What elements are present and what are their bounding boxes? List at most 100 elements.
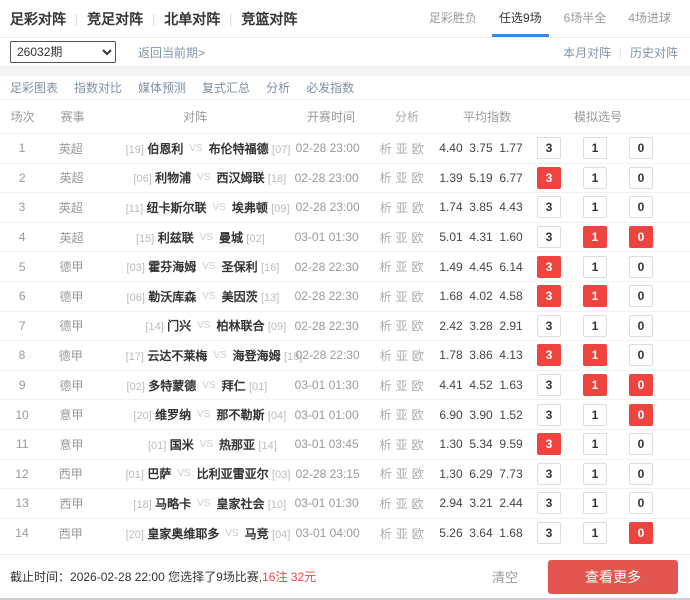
pick-button-3[interactable]: 3 (537, 285, 561, 307)
analysis-link[interactable]: 亚 (396, 201, 408, 215)
home-team[interactable]: 巴萨 (147, 467, 171, 481)
pick-button-3[interactable]: 3 (537, 492, 561, 514)
pick-button-3[interactable]: 3 (537, 137, 561, 159)
pick-button-3[interactable]: 3 (537, 256, 561, 278)
pick-button-0[interactable]: 0 (629, 374, 653, 396)
pick-button-1[interactable]: 1 (583, 256, 607, 278)
pick-button-1[interactable]: 1 (583, 285, 607, 307)
analysis-link[interactable]: 析 (379, 171, 391, 185)
tab-jinqiu[interactable]: 4场进球 (621, 0, 678, 37)
analysis-link[interactable]: 亚 (396, 408, 408, 422)
home-team[interactable]: 霍芬海姆 (148, 260, 196, 274)
subtab-bifa-index[interactable]: 必发指数 (306, 79, 354, 96)
pick-button-3[interactable]: 3 (537, 404, 561, 426)
pick-button-1[interactable]: 1 (583, 492, 607, 514)
subtab-chart[interactable]: 足彩图表 (10, 79, 58, 96)
analysis-link[interactable]: 析 (379, 319, 391, 333)
analysis-link[interactable]: 欧 (412, 260, 424, 274)
pick-button-0[interactable]: 0 (629, 492, 653, 514)
home-team[interactable]: 门兴 (167, 319, 191, 333)
analysis-link[interactable]: 欧 (412, 379, 424, 393)
analysis-link[interactable]: 欧 (412, 349, 424, 363)
analysis-link[interactable]: 欧 (412, 142, 424, 156)
analysis-link[interactable]: 欧 (412, 201, 424, 215)
nav-item-beidan[interactable]: 北单对阵 (164, 9, 220, 29)
clear-button[interactable]: 清空 (492, 567, 518, 586)
pick-button-3[interactable]: 3 (537, 315, 561, 337)
analysis-link[interactable]: 欧 (412, 231, 424, 245)
pick-button-0[interactable]: 0 (629, 344, 653, 366)
pick-button-1[interactable]: 1 (583, 344, 607, 366)
pick-button-1[interactable]: 1 (583, 226, 607, 248)
analysis-link[interactable]: 欧 (412, 438, 424, 452)
analysis-link[interactable]: 欧 (412, 408, 424, 422)
analysis-link[interactable]: 析 (379, 497, 391, 511)
pick-button-1[interactable]: 1 (583, 433, 607, 455)
pick-button-3[interactable]: 3 (537, 463, 561, 485)
home-team[interactable]: 伯恩利 (147, 142, 183, 156)
pick-button-3[interactable]: 3 (537, 196, 561, 218)
home-team[interactable]: 云达不莱梅 (147, 349, 207, 363)
away-team[interactable]: 曼城 (219, 231, 243, 245)
analysis-link[interactable]: 亚 (396, 438, 408, 452)
month-matches-link[interactable]: 本月对阵 (563, 44, 611, 61)
analysis-link[interactable]: 欧 (412, 319, 424, 333)
pick-button-0[interactable]: 0 (629, 463, 653, 485)
analysis-link[interactable]: 析 (379, 438, 391, 452)
analysis-link[interactable]: 亚 (396, 319, 408, 333)
away-team[interactable]: 比利亚雷亚尔 (197, 467, 269, 481)
period-select[interactable]: 26032期 (10, 41, 116, 63)
away-team[interactable]: 热那亚 (219, 438, 255, 452)
home-team[interactable]: 马略卡 (155, 497, 191, 511)
home-team[interactable]: 利兹联 (158, 231, 194, 245)
nav-item-zucai[interactable]: 足彩对阵 (10, 9, 66, 29)
analysis-link[interactable]: 亚 (396, 231, 408, 245)
home-team[interactable]: 纽卡斯尔联 (146, 201, 206, 215)
analysis-link[interactable]: 析 (380, 142, 392, 156)
away-team[interactable]: 皇家社会 (216, 497, 264, 511)
pick-button-0[interactable]: 0 (629, 226, 653, 248)
pick-button-1[interactable]: 1 (583, 315, 607, 337)
nav-item-jingzu[interactable]: 竞足对阵 (87, 9, 143, 29)
pick-button-1[interactable]: 1 (583, 374, 607, 396)
pick-button-0[interactable]: 0 (629, 404, 653, 426)
away-team[interactable]: 海登海姆 (233, 349, 281, 363)
subtab-odds-compare[interactable]: 指数对比 (74, 79, 122, 96)
pick-button-0[interactable]: 0 (629, 522, 653, 544)
away-team[interactable]: 柏林联合 (216, 319, 264, 333)
tab-renxuan9[interactable]: 任选9场 (492, 0, 549, 37)
analysis-link[interactable]: 析 (379, 260, 391, 274)
analysis-link[interactable]: 析 (380, 201, 392, 215)
pick-button-0[interactable]: 0 (629, 315, 653, 337)
subtab-analysis[interactable]: 分析 (266, 79, 290, 96)
analysis-link[interactable]: 亚 (396, 379, 408, 393)
analysis-link[interactable]: 析 (379, 231, 391, 245)
tab-banquan[interactable]: 6场半全 (557, 0, 614, 37)
analysis-link[interactable]: 欧 (412, 497, 424, 511)
analysis-link[interactable]: 析 (379, 408, 391, 422)
back-to-current-link[interactable]: 返回当前期> (138, 44, 205, 61)
pick-button-1[interactable]: 1 (583, 463, 607, 485)
pick-button-0[interactable]: 0 (629, 256, 653, 278)
analysis-link[interactable]: 亚 (396, 497, 408, 511)
tab-shengfu[interactable]: 足彩胜负 (422, 0, 484, 37)
analysis-link[interactable]: 亚 (396, 467, 408, 481)
analysis-link[interactable]: 欧 (412, 171, 424, 185)
pick-button-3[interactable]: 3 (537, 167, 561, 189)
pick-button-0[interactable]: 0 (629, 285, 653, 307)
analysis-link[interactable]: 亚 (396, 171, 408, 185)
analysis-link[interactable]: 欧 (412, 290, 424, 304)
away-team[interactable]: 马竞 (245, 527, 269, 541)
pick-button-1[interactable]: 1 (583, 167, 607, 189)
home-team[interactable]: 利物浦 (155, 171, 191, 185)
pick-button-3[interactable]: 3 (537, 433, 561, 455)
analysis-link[interactable]: 析 (380, 527, 392, 541)
away-team[interactable]: 布伦特福德 (209, 142, 269, 156)
pick-button-1[interactable]: 1 (583, 137, 607, 159)
analysis-link[interactable]: 析 (379, 379, 391, 393)
pick-button-1[interactable]: 1 (583, 522, 607, 544)
home-team[interactable]: 维罗纳 (155, 408, 191, 422)
subtab-multi-summary[interactable]: 复式汇总 (202, 79, 250, 96)
pick-button-0[interactable]: 0 (629, 167, 653, 189)
home-team[interactable]: 勒沃库森 (148, 290, 196, 304)
